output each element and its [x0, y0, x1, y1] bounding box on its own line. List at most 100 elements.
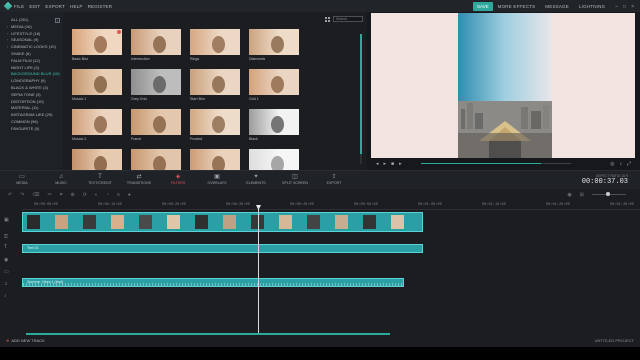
- add-track-button[interactable]: ⊕ ADD NEW TRACK: [6, 338, 45, 343]
- favorite-badge-icon: [117, 30, 121, 34]
- menu-help[interactable]: HELP: [70, 4, 83, 9]
- category-item[interactable]: › LIFESTYLE (18): [0, 31, 63, 38]
- filter-thumbnail[interactable]: Start Blur: [190, 69, 240, 102]
- category-item[interactable]: FALM FILM (12): [0, 58, 63, 65]
- mute-icon[interactable]: ♪: [0, 293, 22, 303]
- lightning-link[interactable]: LIGHTNING: [579, 4, 605, 9]
- elements-icon: ✦: [253, 174, 259, 180]
- filter-thumbnail[interactable]: Black: [249, 109, 299, 142]
- subject-shape: [271, 116, 284, 133]
- video-clip[interactable]: [22, 212, 423, 232]
- pip-track-icon[interactable]: ▭: [0, 269, 22, 279]
- category-item[interactable]: MATERIAL (11): [0, 105, 63, 112]
- filter-thumbnail[interactable]: Rings: [190, 29, 240, 62]
- more-effects-link[interactable]: MORE EFFECTS: [498, 4, 536, 9]
- category-item[interactable]: › MEDIA (16): [0, 24, 63, 31]
- search-input[interactable]: Search: [333, 16, 363, 22]
- snap-icon[interactable]: ⊞: [580, 192, 584, 198]
- speed-icon[interactable]: ◔: [106, 192, 109, 198]
- category-label: FALM FILM (12): [11, 57, 40, 63]
- tool-text-credit[interactable]: T TEXT/CREDIT: [82, 173, 118, 185]
- minimize-icon[interactable]: –: [615, 4, 618, 10]
- delete-icon[interactable]: ⌫: [32, 192, 39, 198]
- tool-overlays[interactable]: ▣ OVERLAYS: [199, 173, 235, 185]
- message-link[interactable]: MESSAGE: [545, 4, 569, 9]
- filter-thumbnail[interactable]: Basic Blur: [72, 29, 122, 62]
- video-track-icon[interactable]: ▣: [4, 217, 9, 223]
- library-scrollbar[interactable]: [360, 34, 362, 164]
- category-item[interactable]: SHAKE (6): [0, 51, 63, 58]
- collapse-panel-icon[interactable]: ‹: [55, 18, 60, 23]
- tool-split-screen[interactable]: ◫ SPLIT SCREEN: [277, 173, 313, 185]
- category-item[interactable]: ALL (261): [0, 17, 63, 24]
- playhead[interactable]: [256, 205, 261, 335]
- filter-thumbnail[interactable]: Intersection: [131, 29, 181, 62]
- category-item[interactable]: BACKGROUND BLUR (16): [0, 71, 63, 78]
- menu-edit[interactable]: EDIT: [29, 4, 40, 9]
- category-item[interactable]: NIGHT LIFE (3): [0, 65, 63, 72]
- tool-label: OVERLAYS: [207, 181, 227, 185]
- tool-music[interactable]: ♫ MUSIC: [43, 173, 79, 185]
- time-ruler[interactable]: 00:00:00:00 00:00:10:00 00:00:20:00 00:00:3…: [22, 201, 640, 210]
- filter-thumbnail[interactable]: Frosted: [190, 109, 240, 142]
- save-button[interactable]: SAVE: [472, 2, 493, 11]
- filter-thumbnail[interactable]: Grey Grid: [131, 69, 181, 102]
- close-icon[interactable]: ×: [631, 4, 634, 10]
- stop-icon[interactable]: ■: [391, 161, 394, 167]
- play-icon[interactable]: ▸: [384, 161, 387, 167]
- category-item[interactable]: SEPIA TONE (3): [0, 92, 63, 99]
- music-note-icon[interactable]: ♫: [4, 281, 8, 287]
- tool-transitions[interactable]: ⇄ TRANSITIONS: [121, 173, 157, 185]
- subject-shape: [94, 36, 107, 53]
- filter-thumbnail[interactable]: Mosaic 2: [72, 109, 122, 142]
- category-item[interactable]: › CINEMATIC LOOKS (10): [0, 44, 63, 51]
- fullscreen-icon[interactable]: ⤢: [627, 161, 631, 167]
- snapshot-icon[interactable]: ◎: [610, 161, 614, 167]
- zoom-in-icon[interactable]: ⊕: [71, 192, 75, 198]
- timeline-scrollbar[interactable]: [26, 333, 390, 335]
- render-icon[interactable]: ◉: [567, 192, 571, 198]
- category-item[interactable]: COMMON (96): [0, 119, 63, 126]
- tool-media[interactable]: ▭ MEDIA: [4, 173, 40, 185]
- screen-bottom: [0, 347, 640, 360]
- maximize-icon[interactable]: □: [623, 4, 626, 10]
- eye-icon[interactable]: ◉: [0, 257, 22, 267]
- crop-icon[interactable]: ⌗: [60, 192, 63, 198]
- filter-thumbnail[interactable]: Frame: [131, 109, 181, 142]
- tool-export[interactable]: ⇪ EXPORT: [316, 173, 352, 185]
- menu-register[interactable]: REGISTER: [88, 4, 113, 9]
- volume-icon[interactable]: ♪: [619, 161, 622, 167]
- timeline-zoom-slider[interactable]: [592, 192, 626, 196]
- rotate-icon[interactable]: ⟳: [83, 192, 87, 198]
- text-clip[interactable]: Text 01: [22, 244, 423, 253]
- filter-thumbnail[interactable]: Grid 1: [249, 69, 299, 102]
- category-item[interactable]: DISTORTION (10): [0, 99, 63, 106]
- cut-icon[interactable]: ✂: [47, 192, 51, 198]
- tool-elements[interactable]: ✦ ELEMENTS: [238, 173, 274, 185]
- category-item[interactable]: LOMOGRAPHY (9): [0, 78, 63, 85]
- menu-file[interactable]: FILE: [14, 4, 24, 9]
- filter-thumbnail[interactable]: Mosaic 1: [72, 69, 122, 102]
- color-icon[interactable]: ◐: [95, 192, 98, 198]
- category-item[interactable]: INSTAGRAM LIKE (29): [0, 112, 63, 119]
- next-frame-icon[interactable]: ▸: [399, 161, 402, 167]
- status-bar: ⊕ ADD NEW TRACK UNTITLED PROJECT: [0, 338, 640, 347]
- tool-filters[interactable]: ◈ FILTERS: [160, 173, 196, 185]
- category-item[interactable]: › SEASONAL (9): [0, 37, 63, 44]
- audio-clip[interactable]: Summer Vibes 1 (feat): [22, 278, 404, 287]
- lock-track-icon[interactable]: ⚿: [0, 234, 22, 244]
- record-icon[interactable]: ●: [128, 192, 131, 198]
- preview-progress-bar[interactable]: [421, 163, 571, 164]
- category-item[interactable]: FAVOURITE (0): [0, 126, 63, 133]
- filter-thumbnail[interactable]: Diamonds: [249, 29, 299, 62]
- ruler-tick-label: 00:00:10:00: [98, 203, 122, 207]
- undo-icon[interactable]: ↶: [8, 192, 12, 198]
- menu-export[interactable]: EXPORT: [45, 4, 65, 9]
- prev-frame-icon[interactable]: ◂: [376, 161, 379, 167]
- audio-mixer-icon[interactable]: ≡: [117, 192, 120, 198]
- grid-view-icon[interactable]: [325, 16, 330, 22]
- text-track-icon[interactable]: T: [4, 244, 7, 250]
- zoom-slider-handle[interactable]: [606, 192, 610, 196]
- category-item[interactable]: BLACK & WHITE (3): [0, 85, 63, 92]
- redo-icon[interactable]: ↷: [20, 192, 24, 198]
